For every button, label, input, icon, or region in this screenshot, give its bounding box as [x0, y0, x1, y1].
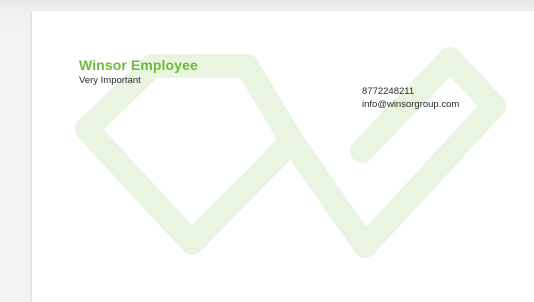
email-address: info@winsorgroup.com: [362, 98, 460, 110]
winsor-w-logo-icon: [75, 47, 506, 258]
phone-number: 8772248211: [362, 86, 415, 97]
employee-title: Very Important: [79, 75, 141, 86]
employee-name: Winsor Employee: [79, 57, 198, 73]
contact-block: 8772248211 info@winsorgroup.com: [362, 86, 459, 111]
business-card: Winsor Employee Very Important 877224821…: [32, 11, 534, 302]
